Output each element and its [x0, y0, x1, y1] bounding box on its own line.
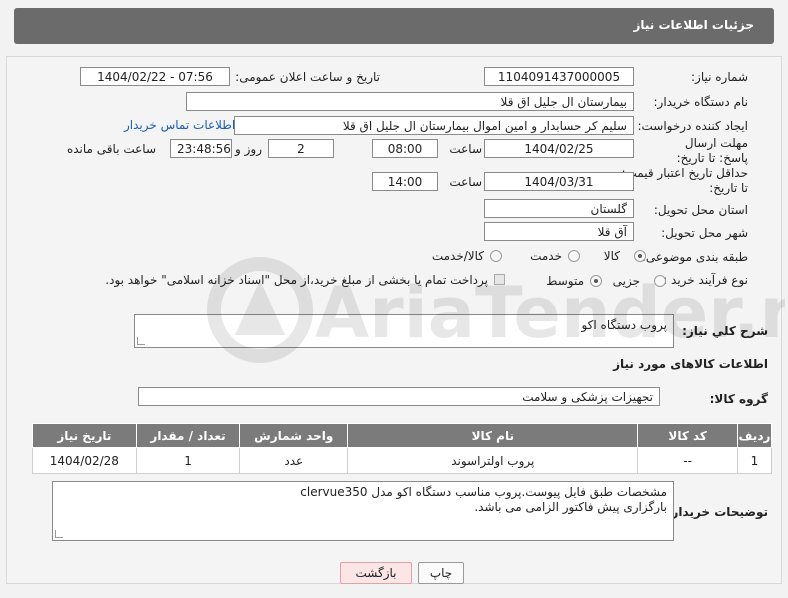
remaining-time-field[interactable]: 23:48:56 [170, 139, 232, 158]
summary-text: پروب دستگاه اکو [581, 318, 667, 332]
category-option-goods-service: کالا/خدمت [431, 249, 484, 263]
cell-need-date: 1404/02/28 [32, 447, 137, 474]
cell-name: پروب اولتراسوند [347, 447, 639, 474]
city-field[interactable]: آق قلا [484, 222, 634, 241]
announce-label: تاریخ و ساعت اعلان عمومی: [235, 70, 380, 84]
cell-unit: عدد [239, 447, 349, 474]
resize-grip-icon[interactable] [137, 337, 145, 345]
category-label: طبقه بندی موضوعی: [641, 250, 748, 264]
city-label: شهر محل تحویل: [661, 226, 748, 240]
creator-field[interactable]: سلیم کر حسابدار و امین اموال بیمارستان ا… [234, 116, 634, 135]
category-option-goods: کالا [603, 249, 620, 263]
goods-info-title: اطلاعات کالاهای مورد نیاز [613, 357, 768, 371]
table-row[interactable]: 1 -- پروب اولتراسوند عدد 1 1404/02/28 [32, 447, 773, 474]
need-number-field[interactable]: 1104091437000005 [484, 67, 634, 86]
summary-label: شرح کلي نياز: [682, 324, 768, 338]
treasury-payment-checkbox[interactable] [494, 274, 505, 285]
days-label: روز و [235, 142, 262, 156]
goods-table: ردیف کد کالا نام کالا واحد شمارش تعداد /… [32, 423, 773, 474]
resize-grip-icon[interactable] [55, 530, 63, 538]
goods-group-field[interactable]: تجهیزات پزشکی و سلامت [138, 387, 660, 406]
buyer-org-field[interactable]: بیمارستان ال جلیل اق قلا [186, 92, 634, 111]
cell-code: -- [637, 447, 738, 474]
category-radio-goods-service[interactable] [490, 250, 502, 262]
process-label: نوع فرآیند خرید : [663, 273, 748, 287]
col-header-unit: واحد شمارش [239, 423, 349, 448]
announce-datetime-field[interactable]: 1404/02/22 - 07:56 [80, 67, 230, 86]
creator-label: ایجاد کننده درخواست: [637, 119, 748, 133]
validity-time-label: ساعت [449, 175, 482, 189]
buyer-org-label: نام دستگاه خریدار: [653, 95, 749, 109]
reply-deadline-label: مهلت ارسال پاسخ: تا تاریخ: [676, 136, 748, 165]
remaining-label: ساعت باقی مانده [66, 142, 156, 156]
page: جزئیات اطلاعات نیاز شماره نیاز: 11040914… [0, 0, 788, 598]
category-option-service: خدمت [530, 249, 562, 263]
col-header-quantity: تعداد / مقدار [135, 423, 241, 448]
col-header-name: نام کالا [347, 423, 639, 448]
page-title: جزئیات اطلاعات نیاز [633, 18, 754, 32]
price-validity-label: حداقل تاریخ اعتبار قیمت: تا تاریخ: [621, 166, 748, 195]
cell-row-number: 1 [736, 447, 773, 474]
summary-textarea[interactable]: پروب دستگاه اکو [134, 314, 674, 348]
table-header-row: ردیف کد کالا نام کالا واحد شمارش تعداد /… [32, 423, 773, 448]
process-option-medium: متوسط [546, 274, 584, 288]
process-radio-medium[interactable] [590, 275, 602, 287]
province-field[interactable]: گلستان [484, 199, 634, 218]
process-radio-minor[interactable] [654, 275, 666, 287]
page-header: جزئیات اطلاعات نیاز [14, 8, 774, 44]
validity-date-field[interactable]: 1404/03/31 [484, 172, 634, 191]
need-number-label: شماره نیاز: [691, 70, 748, 84]
payment-note: پرداخت تمام یا بخشی از مبلغ خرید،از محل … [105, 273, 488, 287]
buyer-notes-line-1: مشخصات طبق فایل پیوست.پروب مناسب دستگاه … [300, 485, 667, 499]
validity-time-field[interactable]: 14:00 [372, 172, 438, 191]
buyer-notes-textarea[interactable]: مشخصات طبق فایل پیوست.پروب مناسب دستگاه … [52, 481, 674, 541]
back-button[interactable]: بازگشت [340, 562, 412, 584]
print-button[interactable]: چاپ [418, 562, 464, 584]
reply-time-field[interactable]: 08:00 [372, 139, 438, 158]
reply-date-field[interactable]: 1404/02/25 [484, 139, 634, 158]
province-label: استان محل تحویل: [653, 203, 748, 217]
category-radio-goods[interactable] [634, 250, 646, 262]
reply-time-label: ساعت [449, 142, 482, 156]
col-header-row-number: ردیف [736, 423, 773, 448]
process-option-minor: جزیی [612, 274, 640, 288]
col-header-code: کد کالا [637, 423, 738, 448]
buyer-notes-label: توضیحات خریدار: [666, 505, 768, 519]
buyer-contact-link[interactable]: اطلاعات تماس خریدار [124, 118, 235, 132]
col-header-need-date: تاریخ نیاز [32, 423, 137, 448]
cell-quantity: 1 [135, 447, 241, 474]
goods-group-label: گروه کالا: [709, 392, 768, 406]
category-radio-service[interactable] [568, 250, 580, 262]
days-field[interactable]: 2 [268, 139, 334, 158]
buyer-notes-line-2: بارگزاری پیش فاکتور الزامی می باشد. [474, 500, 667, 514]
